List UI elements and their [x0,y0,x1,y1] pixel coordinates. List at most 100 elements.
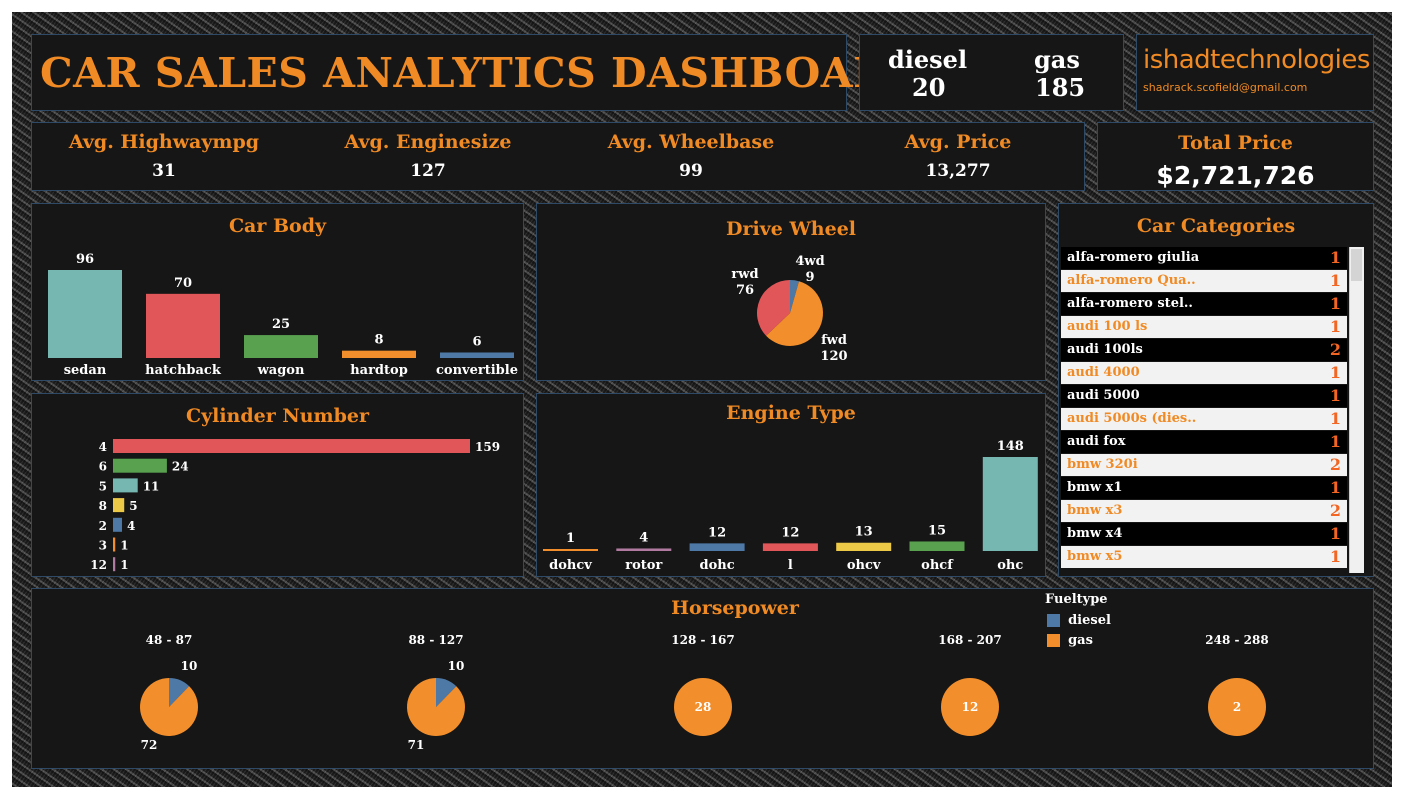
cylinder-bar[interactable] [113,458,167,473]
horsepower-slice[interactable] [140,678,198,736]
category-count: 2 [1329,501,1341,520]
category-row[interactable]: bmw 320i 2 [1061,454,1347,476]
car-body-bar[interactable] [244,335,318,358]
engine-type-category-label: ohcf [921,558,954,573]
horsepower-group-label: 248 - 288 [1205,633,1268,647]
brand-name: ishadtechnologies [1143,45,1370,75]
category-row[interactable]: audi 4000 1 [1061,362,1347,384]
categories-scrollbar[interactable] [1349,247,1364,573]
category-count: 1 [1329,547,1341,566]
engine-type-bar[interactable] [689,543,745,551]
category-name: alfa-romero stel.. [1067,296,1193,311]
category-row[interactable]: audi 5000s (dies.. 1 [1061,408,1347,430]
category-count: 1 [1329,409,1341,428]
category-row[interactable]: bmw x3 2 [1061,500,1347,522]
cylinder-value-label: 4 [127,519,135,533]
category-row[interactable]: audi 100 ls 1 [1061,316,1347,338]
categories-scrollbar-thumb[interactable] [1351,249,1362,281]
car-body-bar[interactable] [48,270,122,358]
category-count: 1 [1329,524,1341,543]
category-row[interactable]: bmw x1 1 [1061,477,1347,499]
category-row[interactable]: bmw x5 1 [1061,546,1347,568]
cylinder-bar[interactable] [113,517,122,532]
category-count: 1 [1329,386,1341,405]
category-count: 2 [1329,455,1341,474]
engine-type-bar[interactable] [836,542,892,551]
fuel-summary-panel: diesel 20 gas 185 [859,34,1124,111]
category-count: 1 [1329,478,1341,497]
kpi-wheelbase-label: Avg. Wheelbase [607,131,775,153]
category-name: bmw x5 [1067,549,1123,564]
kpi-wheelbase-value: 99 [679,161,703,181]
engine-type-panel: Engine Type 1 dohcv 4 rotor 12 dohc 12 l 13 ohcv 1… [536,393,1046,577]
engine-type-bar[interactable] [762,543,818,551]
category-row[interactable]: alfa-romero giulia 1 [1061,247,1347,269]
engine-type-bar[interactable] [982,457,1038,551]
category-name: audi 5000s (dies.. [1067,411,1197,426]
fuel-gas-value: 185 [1035,73,1086,102]
category-row[interactable]: bmw x4 1 [1061,523,1347,545]
horsepower-slice[interactable] [407,678,466,736]
drive-wheel-category-label: 4wd [795,254,824,269]
engine-type-value-label: 12 [781,525,799,540]
fuel-gas-label: gas [1034,45,1080,74]
horsepower-group-label: 88 - 127 [408,633,463,647]
cylinder-category-label: 4 [99,440,107,454]
cylinder-bar[interactable] [113,498,125,513]
engine-type-category-label: dohc [700,558,735,573]
category-row[interactable]: alfa-romero stel.. 1 [1061,293,1347,315]
brand-email: shadrack.scofield@gmail.com [1143,81,1308,94]
cylinder-category-label: 12 [90,558,107,572]
kpi-highwaympg-value: 31 [152,161,176,181]
category-row[interactable]: audi fox 1 [1061,431,1347,453]
drive-wheel-value-label: 9 [805,270,814,285]
category-name: bmw x1 [1067,480,1123,495]
cylinder-value-label: 1 [120,558,128,572]
category-row[interactable]: audi 100ls 2 [1061,339,1347,361]
cylinder-bar[interactable] [113,537,116,552]
car-body-category-label: sedan [64,363,107,378]
car-body-value-label: 6 [472,335,481,350]
engine-type-value-label: 15 [928,523,946,538]
horsepower-value-label: 10 [181,659,198,673]
cylinder-bar[interactable] [113,439,470,453]
kpi-highwaympg-label: Avg. Highwaympg [68,131,260,153]
category-row[interactable]: alfa-romero Qua.. 1 [1061,270,1347,292]
horsepower-group-label: 168 - 207 [938,633,1001,647]
total-price-panel: Total Price $2,721,726 [1097,122,1374,191]
car-body-bar[interactable] [342,350,416,358]
category-name: alfa-romero Qua.. [1067,273,1196,288]
horsepower-value-label: 71 [408,738,425,752]
cylinder-value-label: 11 [143,479,160,493]
drive-wheel-value-label: 76 [736,283,754,298]
engine-type-category-label: dohcv [549,558,592,573]
drive-wheel-value-label: 120 [820,349,847,364]
car-body-bar[interactable] [440,352,514,359]
engine-type-value-label: 12 [708,525,726,540]
category-name: audi 5000 [1067,388,1140,403]
cylinder-category-label: 6 [99,460,107,474]
car-body-value-label: 8 [374,333,383,348]
fuel-diesel-label: diesel [888,45,968,74]
category-name: audi 4000 [1067,365,1140,380]
cylinder-value-label: 24 [172,460,189,474]
brand-panel: ishadtechnologies shadrack.scofield@gmai… [1136,34,1374,111]
category-count: 1 [1329,248,1341,267]
cylinder-bar[interactable] [113,557,116,572]
engine-type-bar[interactable] [543,549,598,551]
category-count: 1 [1329,432,1341,451]
cylinder-bar[interactable] [113,478,138,493]
horsepower-group-label: 48 - 87 [146,633,193,647]
cylinder-category-label: 5 [99,479,107,493]
horsepower-value-label: 2 [1233,700,1241,714]
engine-type-bar[interactable] [616,548,672,551]
fuel-diesel-value: 20 [912,73,946,102]
car-categories-list[interactable]: alfa-romero giulia 1 alfa-romero Qua.. 1 alf… [1061,247,1349,571]
engine-type-category-label: l [788,558,793,573]
car-body-bar[interactable] [146,293,220,358]
engine-type-value-label: 13 [855,525,873,540]
category-row[interactable]: audi 5000 1 [1061,385,1347,407]
car-body-value-label: 70 [174,276,192,291]
kpi-enginesize-value: 127 [410,161,446,181]
engine-type-bar[interactable] [909,541,965,551]
